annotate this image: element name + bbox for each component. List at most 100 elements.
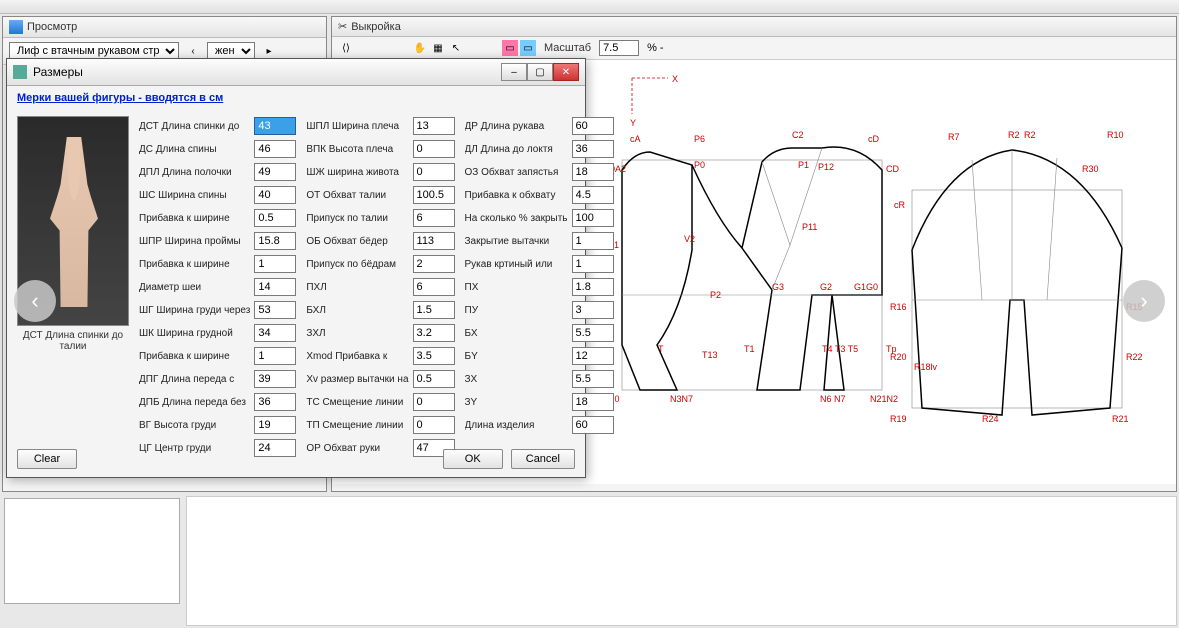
measure-input[interactable] [413, 370, 455, 388]
measure-input[interactable] [254, 163, 296, 181]
measure-input[interactable] [572, 232, 614, 250]
cancel-button[interactable]: Cancel [511, 449, 575, 469]
grid-icon[interactable]: ▦ [430, 40, 446, 56]
measure-input[interactable] [572, 255, 614, 273]
measure-input[interactable] [572, 186, 614, 204]
measure-input[interactable] [254, 393, 296, 411]
measure-label: ОБ Обхват бёдер [306, 236, 408, 247]
measurements-help-link[interactable]: Мерки вашей фигуры - вводятся в см [17, 90, 575, 110]
measure-input[interactable] [572, 416, 614, 434]
nav-left-icon[interactable]: ⟨⟩ [338, 40, 354, 56]
measure-row: ЗХ [465, 369, 614, 389]
maximize-button[interactable]: ▢ [527, 63, 553, 81]
preview-panel-header: Просмотр [3, 17, 326, 38]
measure-label: ДЛ Длина до локтя [465, 144, 568, 155]
measure-label: ВГ Высота груди [139, 420, 250, 431]
measure-input[interactable] [413, 117, 455, 135]
measure-row: Длина изделия [465, 415, 614, 435]
clear-button[interactable]: Clear [17, 449, 77, 469]
svg-text:cD: cD [868, 134, 880, 144]
measure-input[interactable] [413, 232, 455, 250]
carousel-prev-button[interactable]: ‹ [14, 280, 56, 322]
measure-input[interactable] [254, 324, 296, 342]
svg-text:cA: cA [630, 134, 641, 144]
measure-input[interactable] [413, 301, 455, 319]
measure-row: ДПЛ Длина полочки [139, 162, 296, 182]
minimize-button[interactable]: – [501, 63, 527, 81]
measure-input[interactable] [413, 416, 455, 434]
measure-input[interactable] [572, 278, 614, 296]
svg-text:R7: R7 [948, 132, 960, 142]
measure-row: ШК Ширина грудной [139, 323, 296, 343]
measure-input[interactable] [413, 163, 455, 181]
layout1-icon[interactable]: ▭ [502, 40, 518, 56]
pointer-icon[interactable]: ↖ [448, 40, 464, 56]
measure-row: ВГ Высота груди [139, 415, 296, 435]
measure-row: Рукав кртиный или [465, 254, 614, 274]
measure-label: Диаметр шеи [139, 282, 250, 293]
measure-input[interactable] [413, 186, 455, 204]
measure-input[interactable] [413, 393, 455, 411]
measure-input[interactable] [572, 393, 614, 411]
measure-label: Прибавка к ширине [139, 213, 250, 224]
prev-icon[interactable]: ‹ [185, 43, 201, 59]
measure-input[interactable] [572, 370, 614, 388]
measure-input[interactable] [254, 140, 296, 158]
measure-input[interactable] [254, 186, 296, 204]
measure-label: ДСТ Длина спинки до [139, 121, 250, 132]
svg-text:P12: P12 [818, 162, 834, 172]
measure-input[interactable] [254, 232, 296, 250]
measure-input[interactable] [254, 301, 296, 319]
dialog-titlebar[interactable]: Размеры – ▢ ✕ [7, 59, 585, 86]
measure-label: ОТ Обхват талии [306, 190, 408, 201]
thumbnail-slot [4, 498, 180, 604]
measure-input[interactable] [572, 301, 614, 319]
measure-input[interactable] [572, 347, 614, 365]
figure-caption: ДСТ Длина спинки до талии [17, 326, 129, 352]
svg-text:R22: R22 [1126, 352, 1143, 362]
measure-input[interactable] [254, 347, 296, 365]
measure-row: ШЖ ширина живота [306, 162, 454, 182]
measure-row: ШГ Ширина груди через [139, 300, 296, 320]
hand-icon[interactable]: ✋ [412, 40, 428, 56]
measure-label: Длина изделия [465, 420, 568, 431]
measure-input[interactable] [572, 163, 614, 181]
svg-text:P2: P2 [710, 290, 721, 300]
measure-input[interactable] [413, 209, 455, 227]
measure-input[interactable] [413, 278, 455, 296]
measure-label: ДПЛ Длина полочки [139, 167, 250, 178]
play-icon[interactable]: ▸ [261, 43, 277, 59]
measure-input[interactable] [254, 370, 296, 388]
measure-input[interactable] [413, 324, 455, 342]
layout2-icon[interactable]: ▭ [520, 40, 536, 56]
measure-label: ДС Длина спины [139, 144, 250, 155]
svg-text:R2: R2 [1024, 130, 1036, 140]
measure-input[interactable] [413, 140, 455, 158]
scale-input[interactable] [599, 40, 639, 56]
measure-input[interactable] [413, 347, 455, 365]
measure-label: ЗХ [465, 374, 568, 385]
measure-row: ПХЛ [306, 277, 454, 297]
measure-label: ПХ [465, 282, 568, 293]
measure-input[interactable] [254, 278, 296, 296]
measure-row: Прибавка к ширине [139, 346, 296, 366]
bottom-area [186, 496, 1177, 626]
measure-label: ШК Ширина грудной [139, 328, 250, 339]
measure-input[interactable] [572, 209, 614, 227]
measure-input[interactable] [572, 324, 614, 342]
measure-label: ПХЛ [306, 282, 408, 293]
measure-row: ВПК Высота плеча [306, 139, 454, 159]
measure-input[interactable] [254, 117, 296, 135]
measure-input[interactable] [254, 255, 296, 273]
svg-text:T13: T13 [702, 350, 718, 360]
measure-input[interactable] [572, 117, 614, 135]
measure-input[interactable] [254, 209, 296, 227]
measure-input[interactable] [254, 416, 296, 434]
measure-row: ТС Смещение линии [306, 392, 454, 412]
close-button[interactable]: ✕ [553, 63, 579, 81]
measure-input[interactable] [572, 140, 614, 158]
ok-button[interactable]: OK [443, 449, 503, 469]
measure-row: ДЛ Длина до локтя [465, 139, 614, 159]
measure-input[interactable] [413, 255, 455, 273]
carousel-next-button[interactable]: › [1123, 280, 1165, 322]
